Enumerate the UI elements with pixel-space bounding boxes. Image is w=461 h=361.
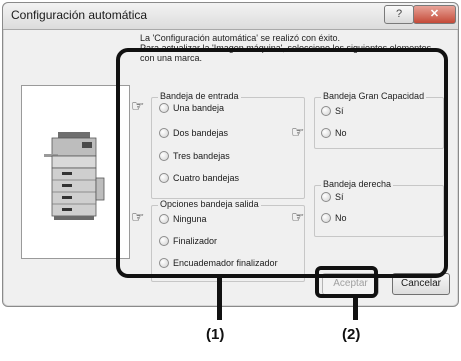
callout-label-2: (2) <box>342 326 361 343</box>
callout-pointer-1 <box>217 277 222 320</box>
printer-machine-icon <box>44 132 105 220</box>
window-title: Configuración automática <box>11 8 148 22</box>
close-button[interactable]: ✕ <box>413 5 456 24</box>
help-button[interactable]: ? <box>384 5 414 24</box>
title-bar: Configuración automática ? ✕ <box>3 3 458 30</box>
callout-pointer-2 <box>353 297 358 320</box>
callout-frame-accept <box>315 266 378 298</box>
info-line-1: La 'Configuración automática' se realizó… <box>140 33 341 43</box>
machine-image-box <box>21 85 130 259</box>
callout-frame-options <box>116 48 448 278</box>
callout-label-1: (1) <box>206 326 225 343</box>
